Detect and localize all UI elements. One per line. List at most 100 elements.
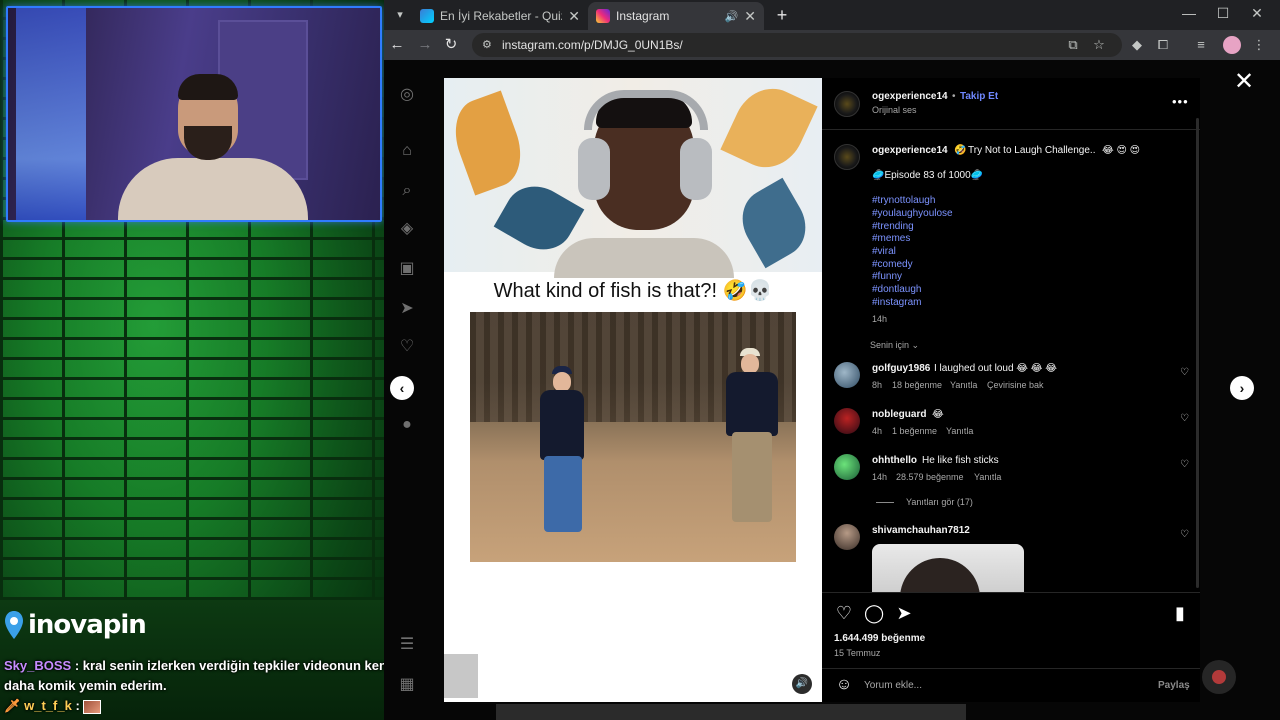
comment-like-icon[interactable]: ♡ bbox=[1180, 368, 1190, 378]
sort-dropdown[interactable]: Senin için ⌄ bbox=[870, 340, 919, 351]
bookmark-star-icon[interactable]: ☆ bbox=[1088, 34, 1110, 56]
commenter-avatar[interactable] bbox=[834, 524, 860, 550]
author-name[interactable]: ogexperience14 bbox=[872, 91, 948, 102]
address-bar[interactable]: ⚙ instagram.com/p/DMJG_0UN1Bs/ bbox=[472, 33, 1122, 57]
hashtag[interactable]: #comedy bbox=[872, 259, 913, 270]
follow-button[interactable]: Takip Et bbox=[960, 91, 998, 102]
chat-username: Sky_BOSS bbox=[4, 658, 72, 673]
commenter-avatar[interactable] bbox=[834, 408, 860, 434]
post-header: ogexperience14 • Takip Et Orijinal ses •… bbox=[822, 78, 1200, 130]
reply-button[interactable]: Yanıtla bbox=[950, 380, 977, 390]
translate-button[interactable]: Çevirisine bak bbox=[987, 380, 1044, 390]
hashtag[interactable]: #trynottolaugh bbox=[872, 195, 935, 206]
url-text: instagram.com/p/DMJG_0UN1Bs/ bbox=[502, 38, 683, 52]
caption-text: Try Not to Laugh Challenge.. bbox=[968, 145, 1096, 156]
extension-icon[interactable]: ◆ bbox=[1126, 34, 1148, 56]
chevron-down-icon: ⌄ bbox=[911, 340, 920, 350]
reply-button[interactable]: Yanıtla bbox=[974, 472, 1001, 482]
comment-text: I laughed out loud 😂 😂 😂 bbox=[934, 363, 1057, 374]
comment-like-icon[interactable]: ♡ bbox=[1180, 530, 1190, 540]
hashtag[interactable]: #youlaughyoulose bbox=[872, 208, 953, 219]
episode-text: 🥏Episode 83 of 1000🥏 bbox=[872, 170, 984, 181]
media-control-icon[interactable]: ≡ bbox=[1190, 34, 1212, 56]
chat-bubble-icon bbox=[1212, 670, 1226, 684]
hashtag[interactable]: #memes bbox=[872, 233, 910, 244]
like-heart-icon[interactable]: ♡ bbox=[834, 603, 854, 623]
streamer bbox=[118, 74, 308, 220]
close-modal-icon[interactable]: ✕ bbox=[1232, 70, 1256, 94]
close-window-button[interactable]: ✕ bbox=[1242, 5, 1272, 22]
post-media[interactable]: What kind of fish is that?! 🤣💀 🔊 bbox=[444, 78, 822, 702]
post-sidebar: ogexperience14 • Takip Et Orijinal ses •… bbox=[822, 78, 1200, 702]
instagram-favicon-icon bbox=[596, 9, 610, 23]
mute-icon[interactable]: 🔊 bbox=[792, 674, 812, 694]
view-replies-button[interactable]: Yanıtları gör (17) bbox=[906, 497, 973, 507]
speaker-icon[interactable]: 🔊 bbox=[725, 10, 739, 23]
comment-like-icon[interactable]: ♡ bbox=[1180, 460, 1190, 470]
puzzle-extensions-icon[interactable]: ⧠ bbox=[1152, 34, 1174, 56]
chat-username: w_t_f_k bbox=[24, 698, 72, 713]
share-comment-button[interactable]: Paylaş bbox=[1158, 680, 1190, 691]
comment-bubble-icon[interactable]: ◯ bbox=[864, 603, 884, 623]
messages-fab[interactable] bbox=[1202, 660, 1236, 694]
menu-kebab-icon[interactable]: ⋮ bbox=[1248, 34, 1270, 56]
comment-author[interactable]: shivamchauhan7812 bbox=[872, 525, 970, 536]
caption-author[interactable]: ogexperience14 bbox=[872, 145, 948, 156]
screen: inovapin Sky_BOSS : kral senin izlerken … bbox=[0, 0, 1280, 720]
caption-emojis: 😂 😍 😍 bbox=[1102, 145, 1141, 156]
webcam-feed bbox=[6, 6, 382, 222]
new-tab-button[interactable]: + bbox=[772, 5, 792, 25]
author-avatar[interactable] bbox=[834, 91, 860, 117]
comment-like-icon[interactable]: ♡ bbox=[1180, 414, 1190, 424]
reaction-video bbox=[444, 78, 822, 278]
hashtag[interactable]: #viral bbox=[872, 246, 896, 257]
share-send-icon[interactable]: ➤ bbox=[894, 603, 914, 623]
comment-likes[interactable]: 1 beğenme bbox=[892, 426, 937, 436]
audio-label[interactable]: Orijinal ses bbox=[872, 105, 917, 115]
tab-search-icon[interactable]: ▾ bbox=[390, 5, 410, 25]
media-caption: What kind of fish is that?! 🤣💀 bbox=[493, 280, 773, 302]
comment-author[interactable]: golfguy1986 bbox=[872, 363, 930, 374]
reload-icon[interactable]: ↻ bbox=[440, 34, 462, 56]
comment-image[interactable] bbox=[872, 544, 1024, 592]
hashtag[interactable]: #instagram bbox=[872, 297, 921, 308]
tab-quizei[interactable]: En İyi Rekabetler - Quizei ✕ bbox=[412, 2, 588, 30]
caption-avatar[interactable] bbox=[834, 144, 860, 170]
comment-author[interactable]: nobleguard bbox=[872, 409, 926, 420]
back-icon[interactable]: ← bbox=[386, 34, 408, 56]
tab-close-icon[interactable]: ✕ bbox=[568, 8, 580, 25]
emote-icon bbox=[83, 699, 102, 714]
comment-likes[interactable]: 18 beğenme bbox=[892, 380, 942, 390]
hashtag[interactable]: #trending bbox=[872, 221, 914, 232]
reply-button[interactable]: Yanıtla bbox=[946, 426, 973, 436]
instagram-page: ◎ ⌂ ⌕ ◈ ▣ ➤ ♡ ⊕ ● ☰ ▦ ‹ › ✕ bbox=[384, 60, 1280, 720]
stream-chat: Sky_BOSS : kral senin izlerken verdiğin … bbox=[4, 656, 384, 716]
tab-instagram[interactable]: Instagram 🔊 ✕ bbox=[588, 2, 764, 30]
comment-author[interactable]: ohhthello bbox=[872, 455, 917, 466]
location-pin-icon bbox=[5, 611, 23, 639]
site-info-icon[interactable]: ⚙ bbox=[482, 40, 494, 51]
bookmark-icon[interactable]: ▮ bbox=[1170, 603, 1190, 623]
separator-dot: • bbox=[952, 91, 956, 102]
profile-avatar[interactable] bbox=[1223, 36, 1241, 54]
tab-close-icon[interactable]: ✕ bbox=[744, 8, 756, 25]
commenter-avatar[interactable] bbox=[834, 362, 860, 388]
hashtag[interactable]: #funny bbox=[872, 271, 902, 282]
install-app-icon[interactable]: ⧉ bbox=[1062, 34, 1084, 56]
more-options-icon[interactable]: ••• bbox=[1172, 94, 1189, 109]
emoji-picker-icon[interactable]: ☺ bbox=[834, 675, 854, 695]
previous-post-button[interactable]: ‹ bbox=[390, 376, 414, 400]
commenter-avatar[interactable] bbox=[834, 454, 860, 480]
hashtag[interactable]: #dontlaugh bbox=[872, 284, 922, 295]
maximize-button[interactable]: ☐ bbox=[1208, 5, 1238, 22]
chat-message: Sky_BOSS : kral senin izlerken verdiğin … bbox=[4, 656, 384, 696]
bottom-strip bbox=[496, 704, 966, 720]
likes-count[interactable]: 1.644.499 beğenme bbox=[834, 633, 925, 644]
comment-likes[interactable]: 28.579 beğenme bbox=[896, 472, 964, 482]
comment-time: 14h bbox=[872, 472, 888, 482]
comments-scrollbar[interactable] bbox=[1196, 118, 1199, 588]
minimize-button[interactable]: — bbox=[1174, 5, 1204, 21]
next-post-button[interactable]: › bbox=[1230, 376, 1254, 400]
forward-icon[interactable]: → bbox=[414, 34, 436, 56]
comment-input[interactable]: Yorum ekle... bbox=[864, 680, 922, 691]
